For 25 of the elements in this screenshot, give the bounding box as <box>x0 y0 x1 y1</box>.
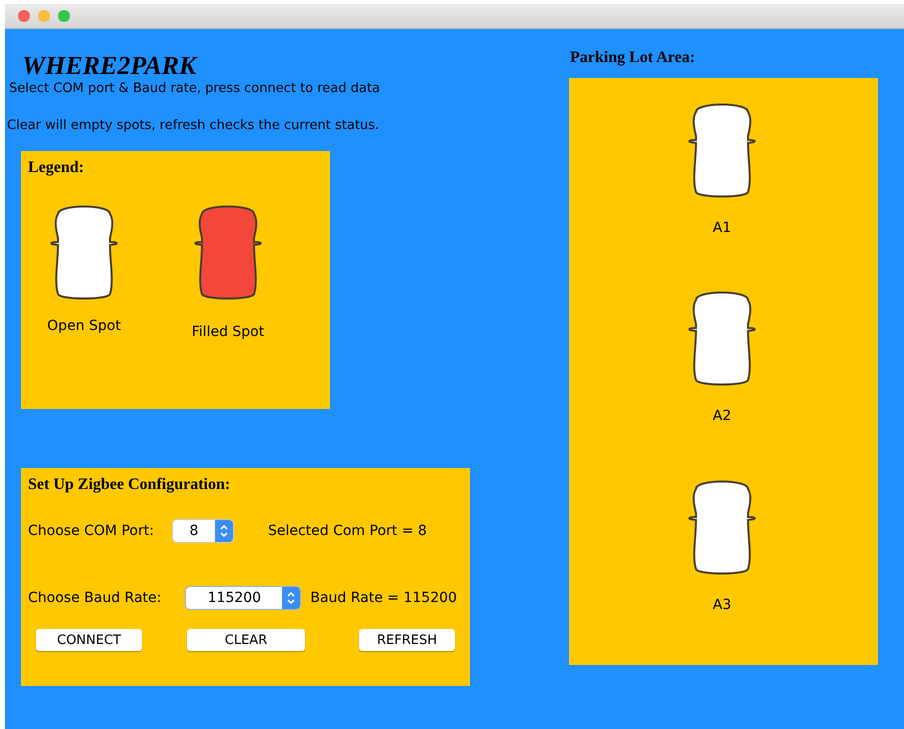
baud-rate-reading: Baud Rate = 115200 <box>310 590 457 606</box>
spot-label: A1 <box>712 220 732 236</box>
close-button[interactable] <box>18 10 30 22</box>
chevron-icon <box>286 590 296 606</box>
action-button[interactable]: CONNECT <box>36 629 142 651</box>
spot-label: A3 <box>712 596 732 613</box>
legend-heading: Legend: <box>28 159 85 177</box>
com-port-label: Choose COM Port: <box>28 523 154 539</box>
minimize-button[interactable] <box>38 10 50 22</box>
legend-label: Open Spot <box>47 318 121 334</box>
parking-lot-heading: Parking Lot Area: <box>570 49 696 67</box>
com-port-reading: Selected Com Port = 8 <box>268 523 427 539</box>
baud-rate-select[interactable]: 115200 <box>186 587 300 609</box>
instruction-text: Clear will empty spots, refresh checks the current status. <box>7 118 380 134</box>
zoom-button[interactable] <box>58 10 70 22</box>
app-title: WHERE2PARK <box>22 51 199 81</box>
action-button[interactable]: CLEAR <box>187 629 305 651</box>
spot-label: A2 <box>712 408 732 424</box>
legend-label: Filled Spot <box>192 324 264 340</box>
instruction-text: Select COM port & Baud rate, press connect to read data <box>9 81 381 97</box>
chevron-icon <box>218 523 229 539</box>
config-heading: Set Up Zigbee Configuration: <box>28 476 232 494</box>
baud-rate-label: Choose Baud Rate: <box>28 590 162 606</box>
action-button[interactable]: REFRESH <box>359 629 455 651</box>
com-port-select[interactable]: 8 <box>172 520 233 542</box>
